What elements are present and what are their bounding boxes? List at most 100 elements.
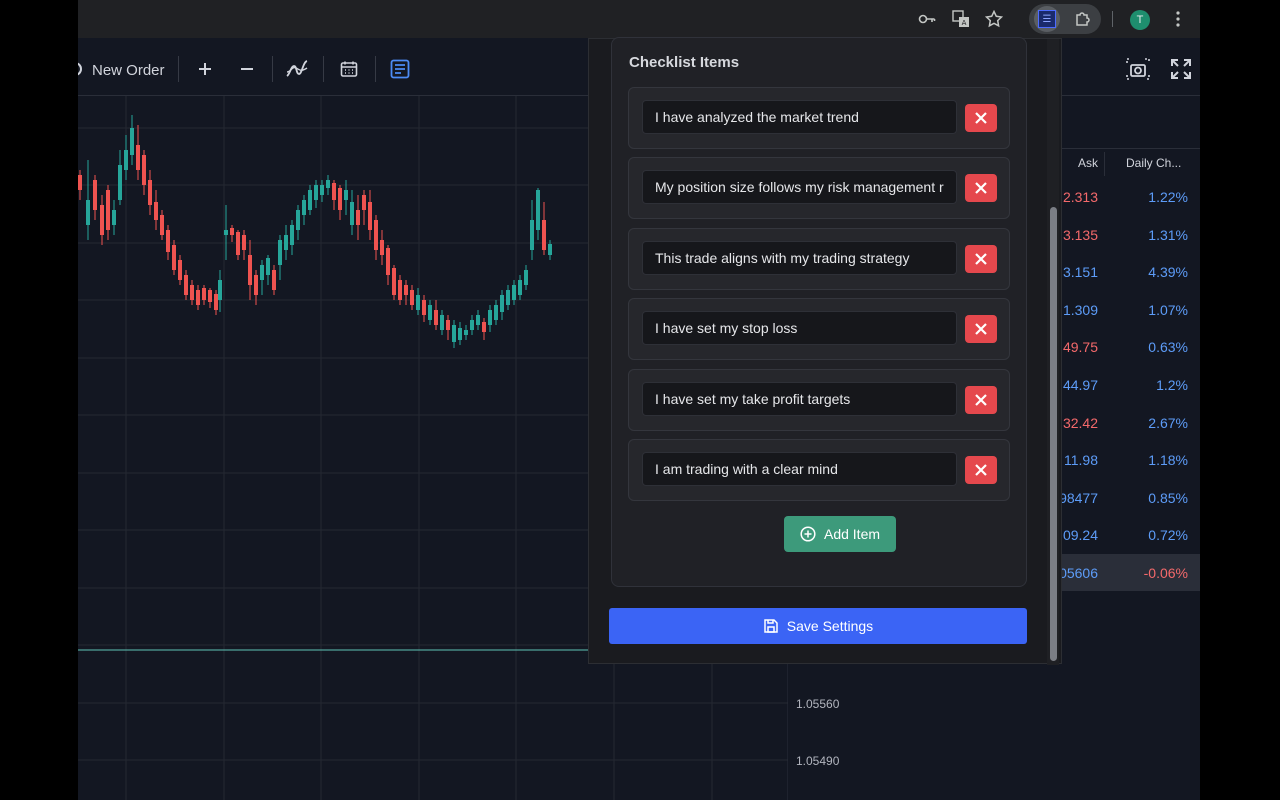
watchlist-row[interactable]: 3.151 4.39% [1038, 253, 1200, 290]
puzzle-icon[interactable] [1072, 8, 1094, 30]
add-item-button[interactable]: Add Item [784, 516, 896, 552]
daily-change: 4.39% [1148, 264, 1188, 281]
candle-body [410, 290, 414, 305]
candle-body [512, 285, 516, 300]
indicators-icon[interactable] [282, 54, 312, 84]
candle-body [344, 190, 348, 200]
browser-toolbar: A ☰ T [78, 0, 1200, 38]
checklist-item [628, 87, 1010, 149]
watchlist-row[interactable]: 2.313 1.22% [1038, 178, 1200, 215]
key-icon[interactable] [916, 8, 938, 30]
watchlist-row[interactable]: 98477 0.85% [1038, 479, 1200, 516]
checklist-item [628, 369, 1010, 431]
candle-body [242, 235, 246, 250]
candle-body [106, 190, 110, 230]
more-icon[interactable] [1167, 8, 1189, 30]
screenshot-icon[interactable] [1123, 54, 1153, 84]
delete-item-button[interactable] [965, 315, 997, 343]
candle-body [112, 210, 116, 225]
watchlist-row[interactable]: 44.97 1.2% [1038, 366, 1200, 403]
candle-body [284, 235, 288, 250]
candle-body [362, 195, 366, 210]
candle-body [118, 165, 122, 200]
watchlist-panel: Ask Daily Ch... 2.313 1.22% 3.135 1.31% 3.15… [1038, 96, 1200, 800]
candle-body [190, 285, 194, 300]
delete-item-button[interactable] [965, 386, 997, 414]
delete-item-button[interactable] [965, 104, 997, 132]
svg-text:A: A [962, 19, 967, 27]
candle-body [78, 175, 82, 190]
watchlist-row[interactable]: 1.309 1.07% [1038, 291, 1200, 328]
candle-body [398, 280, 402, 300]
add-item-label: Add Item [823, 526, 881, 542]
fullscreen-icon[interactable] [1166, 54, 1196, 84]
close-icon [975, 112, 987, 124]
candle-body [416, 295, 420, 310]
watchlist-row[interactable]: 49.75 0.63% [1038, 328, 1200, 365]
candle-body [302, 200, 306, 215]
candle-body [130, 128, 134, 155]
candle-body [178, 260, 182, 280]
close-icon [975, 464, 987, 476]
daily-change: 0.72% [1148, 527, 1188, 544]
watchlist-row[interactable]: 32.42 2.67% [1038, 404, 1200, 441]
candle-body [160, 215, 164, 235]
close-icon [975, 253, 987, 265]
daily-change: 1.22% [1148, 189, 1188, 205]
checklist-item-input[interactable] [642, 241, 957, 275]
notes-icon[interactable] [385, 54, 415, 84]
candle-body [124, 150, 128, 170]
candle-body [332, 183, 336, 200]
checklist-item-input[interactable] [642, 382, 957, 416]
new-order-button[interactable]: New Order [92, 62, 165, 79]
calendar-icon[interactable] [334, 54, 364, 84]
price-label: 1.05560 [796, 697, 840, 711]
star-icon[interactable] [983, 8, 1005, 30]
candle-body [422, 300, 426, 315]
delete-item-button[interactable] [965, 174, 997, 202]
candle-body [172, 245, 176, 270]
checklist-item-input[interactable] [642, 170, 957, 204]
watchlist-row[interactable]: 09.24 0.72% [1038, 516, 1200, 553]
scrollbar-thumb[interactable] [1050, 207, 1057, 661]
delete-item-button[interactable] [965, 245, 997, 273]
candle-body [266, 258, 270, 275]
candle-body [260, 265, 264, 280]
checklist-extension-icon[interactable]: ☰ [1034, 6, 1060, 32]
watchlist-row[interactable]: 3.135 1.31% [1038, 216, 1200, 253]
candle-body [542, 220, 546, 250]
checklist-item-input[interactable] [642, 311, 957, 345]
candle-body [482, 322, 486, 332]
candle-body [154, 202, 158, 220]
save-settings-button[interactable]: Save Settings [609, 608, 1027, 644]
plus-circle-icon [800, 526, 816, 542]
candle-body [488, 310, 492, 325]
candle-body [338, 188, 342, 210]
translate-icon[interactable]: A [950, 8, 972, 30]
watchlist-row[interactable]: 11.98 1.18% [1038, 441, 1200, 478]
toolbar-divider [272, 56, 273, 82]
checklist-item [628, 298, 1010, 360]
checklist-item-input[interactable] [642, 100, 957, 134]
avatar[interactable]: T [1130, 10, 1150, 30]
divider [1104, 152, 1105, 176]
column-header-ask[interactable]: Ask [1078, 156, 1098, 180]
candle-body [230, 228, 234, 235]
daily-change: -0.06% [1143, 565, 1188, 581]
minus-icon[interactable] [232, 54, 262, 84]
checklist-item-input[interactable] [642, 452, 957, 486]
candle-body [464, 330, 468, 335]
candle-body [236, 232, 240, 255]
candle-body [392, 268, 396, 295]
candle-body [196, 290, 200, 305]
watchlist-row[interactable]: 05606 -0.06% [1038, 554, 1200, 591]
candle-body [272, 270, 276, 290]
candle-body [290, 225, 294, 245]
plus-icon[interactable] [190, 54, 220, 84]
candle-body [536, 190, 540, 230]
candle-body [506, 290, 510, 305]
delete-item-button[interactable] [965, 456, 997, 484]
candle-body [218, 280, 222, 300]
checklist-item [628, 157, 1010, 219]
column-header-daily-change[interactable]: Daily Ch... [1126, 156, 1196, 180]
